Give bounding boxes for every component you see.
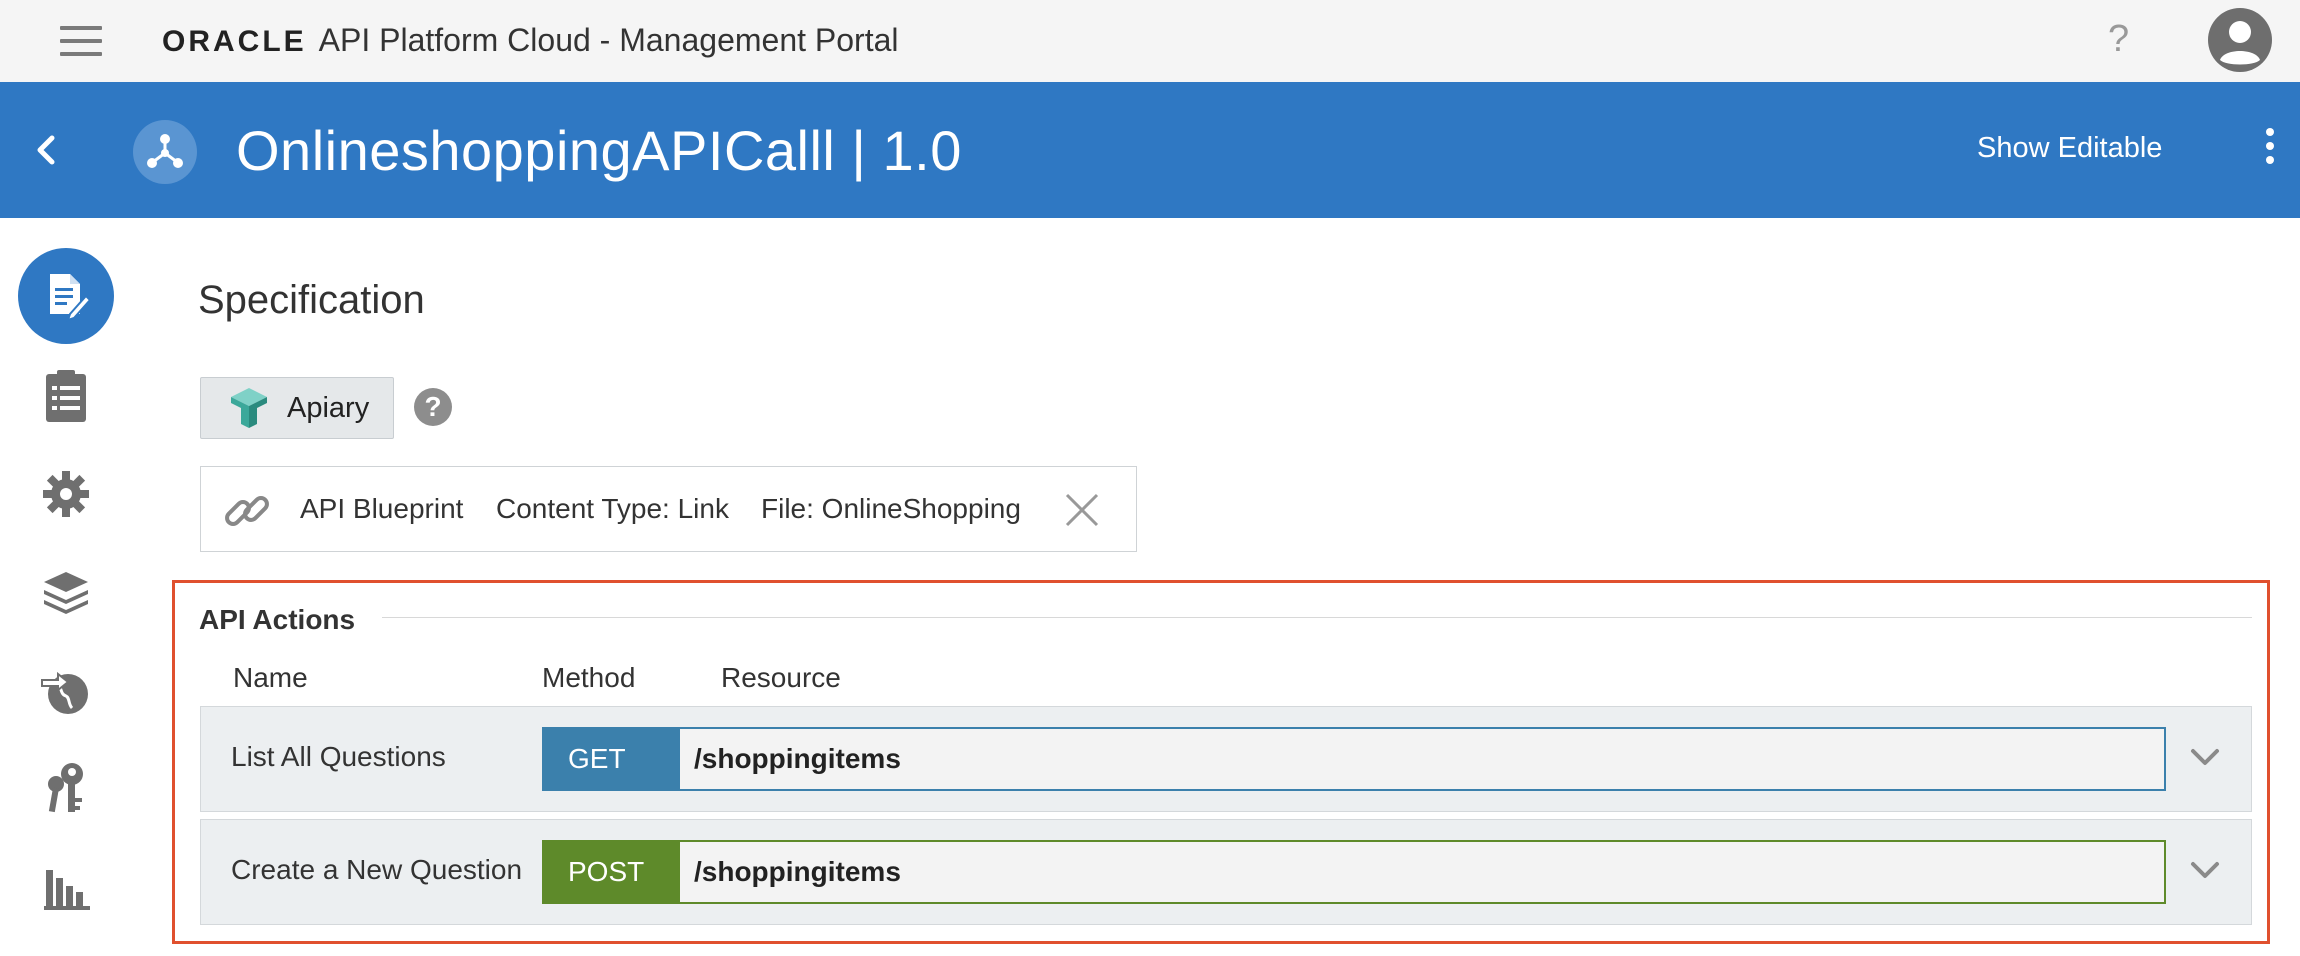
close-icon[interactable] bbox=[1063, 491, 1101, 529]
spec-file-name: File: OnlineShopping bbox=[761, 493, 1021, 524]
gear-icon bbox=[43, 471, 89, 517]
more-options-icon[interactable] bbox=[2262, 128, 2278, 168]
chevron-down-icon[interactable] bbox=[2187, 852, 2223, 888]
keys-icon bbox=[48, 763, 83, 813]
api-header: OnlineshoppingAPICalll | 1.0 Show Editab… bbox=[0, 82, 2300, 218]
help-circle-icon[interactable]: ? bbox=[414, 388, 452, 426]
sidebar-item-specification[interactable] bbox=[18, 248, 114, 344]
apiary-button[interactable]: Apiary bbox=[200, 377, 394, 439]
api-title: OnlineshoppingAPICalll | 1.0 bbox=[236, 119, 962, 182]
sidebar-item-implementation[interactable] bbox=[18, 544, 114, 640]
clipboard-list-icon bbox=[46, 370, 86, 422]
sidebar-item-settings[interactable] bbox=[18, 446, 114, 542]
api-action-row[interactable]: List All Questions GET /shoppingitems bbox=[200, 706, 2252, 812]
column-header-resource: Resource bbox=[721, 662, 841, 693]
page-title: Specification bbox=[198, 278, 425, 322]
action-name: Create a New Question bbox=[231, 854, 523, 885]
resource-path: /shoppingitems bbox=[680, 727, 2166, 791]
oracle-logo: ORACLE bbox=[162, 25, 307, 58]
user-avatar-icon[interactable] bbox=[2208, 8, 2272, 72]
globe-deploy-icon bbox=[41, 671, 88, 714]
api-share-icon bbox=[133, 120, 197, 184]
apiary-cube-icon bbox=[231, 388, 267, 428]
spec-file-card: API Blueprint Content Type: Link File: O… bbox=[200, 466, 1137, 552]
method-badge: POST bbox=[542, 840, 682, 904]
top-bar: ORACLE API Platform Cloud - Management Po… bbox=[0, 0, 2300, 82]
document-edit-icon bbox=[50, 274, 92, 322]
column-header-method: Method bbox=[542, 662, 636, 693]
method-badge: GET bbox=[542, 727, 682, 791]
sidebar-item-grants[interactable] bbox=[18, 740, 114, 836]
sidebar-item-analytics[interactable] bbox=[18, 838, 114, 934]
action-name: List All Questions bbox=[231, 741, 446, 772]
brand: ORACLE API Platform Cloud - Management Po… bbox=[162, 22, 898, 59]
apiary-label: Apiary bbox=[287, 391, 370, 424]
help-icon[interactable]: ? bbox=[2108, 18, 2129, 61]
layers-icon bbox=[44, 572, 88, 614]
app-title: API Platform Cloud - Management Portal bbox=[318, 22, 899, 58]
sidebar-item-deployments[interactable] bbox=[18, 644, 114, 740]
column-header-name: Name bbox=[233, 662, 308, 693]
sidebar-item-plans[interactable] bbox=[18, 348, 114, 444]
spec-content-type: Content Type: Link bbox=[496, 493, 729, 524]
back-chevron-icon[interactable] bbox=[28, 130, 68, 170]
divider bbox=[382, 617, 2252, 618]
api-actions-title: API Actions bbox=[199, 604, 356, 635]
chevron-down-icon[interactable] bbox=[2187, 739, 2223, 775]
show-editable-button[interactable]: Show Editable bbox=[1977, 132, 2162, 165]
resource-path: /shoppingitems bbox=[680, 840, 2166, 904]
spec-format: API Blueprint bbox=[300, 493, 464, 524]
api-action-row[interactable]: Create a New Question POST /shoppingitem… bbox=[200, 819, 2252, 925]
hamburger-menu-icon[interactable] bbox=[60, 26, 102, 56]
bar-chart-icon bbox=[44, 870, 90, 910]
link-icon bbox=[225, 496, 269, 526]
